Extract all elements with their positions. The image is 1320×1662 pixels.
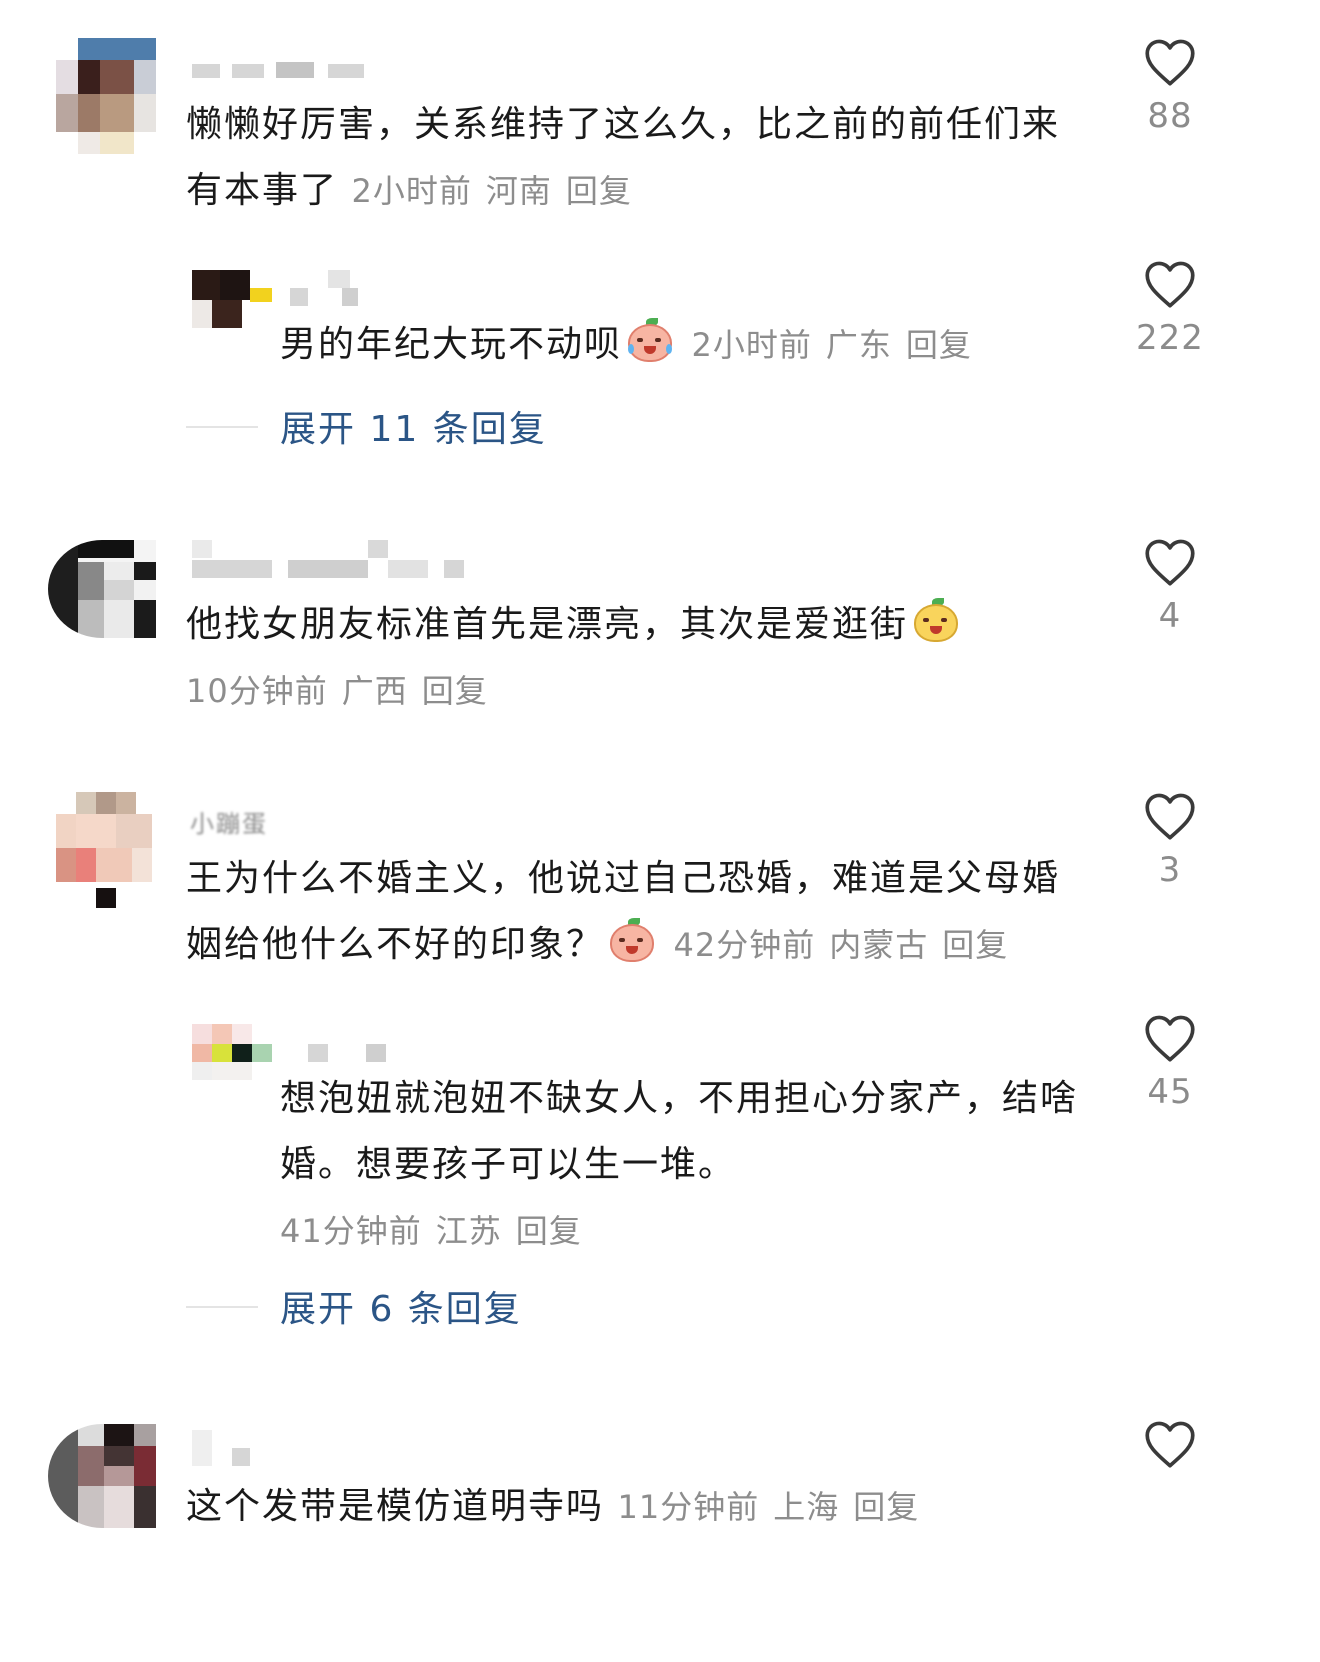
comment-text: 这个发带是模仿道明寺吗 11分钟前 上海 回复 (186, 1474, 1086, 1540)
avatar[interactable] (192, 270, 272, 328)
divider (186, 426, 258, 428)
comment-location: 江苏 (435, 1212, 502, 1250)
like-button[interactable]: 3 (1120, 792, 1220, 890)
avatar[interactable] (56, 792, 152, 908)
reply-text: 男的年纪大玩不动呗 2小时前 广东 回复 (280, 312, 1100, 378)
reply-button[interactable]: 回复 (516, 1212, 582, 1250)
heart-icon[interactable] (1144, 38, 1196, 86)
heart-icon[interactable] (1144, 1420, 1196, 1468)
like-button[interactable] (1120, 1420, 1220, 1478)
username-placeholder[interactable] (308, 1040, 388, 1068)
expand-replies-label[interactable]: 展开 11 条回复 (280, 400, 547, 452)
cry-laugh-emoji (626, 318, 674, 364)
heart-icon[interactable] (1144, 260, 1196, 308)
username-placeholder[interactable] (192, 58, 372, 86)
like-button[interactable]: 222 (1120, 260, 1220, 358)
avatar[interactable] (192, 1024, 272, 1080)
reply-text: 想泡妞就泡妞不缺女人，不用担心分家产，结啥婚。想要孩子可以生一堆。 41分钟前江… (280, 1066, 1100, 1264)
reply-button[interactable]: 回复 (566, 172, 632, 210)
heart-icon[interactable] (1144, 1014, 1196, 1062)
like-count: 222 (1136, 318, 1204, 358)
reply-button[interactable]: 回复 (853, 1488, 919, 1526)
comment-location: 上海 (773, 1488, 840, 1526)
expand-replies-button[interactable]: 展开 6 条回复 (186, 1286, 606, 1330)
username-placeholder[interactable] (192, 540, 472, 578)
comment-time: 10分钟前 (186, 672, 328, 710)
comment-time: 11分钟前 (617, 1488, 760, 1526)
like-count: 45 (1147, 1072, 1193, 1112)
comment-text: 王为什么不婚主义，他说过自己恐婚，难道是父母婚姻给他什么不好的印象？ 42分钟前… (186, 846, 1086, 978)
comment-location: 内蒙古 (829, 926, 929, 964)
reply-button[interactable]: 回复 (942, 926, 1008, 964)
like-button[interactable]: 4 (1120, 538, 1220, 636)
comment-location: 广西 (341, 672, 408, 710)
like-count: 4 (1158, 596, 1182, 636)
avatar[interactable] (48, 1424, 156, 1528)
comment-time: 42分钟前 (673, 926, 816, 964)
username-placeholder[interactable] (290, 270, 370, 306)
comment-body: 这个发带是模仿道明寺吗 (186, 1486, 605, 1527)
reply-button[interactable]: 回复 (906, 326, 972, 364)
heart-icon[interactable] (1144, 538, 1196, 586)
username-placeholder[interactable] (192, 1430, 272, 1466)
like-count: 3 (1158, 850, 1182, 890)
like-button[interactable]: 88 (1120, 38, 1220, 136)
comment-body: 男的年纪大玩不动呗 (280, 324, 623, 365)
avatar[interactable] (56, 38, 156, 154)
comment-time: 41分钟前 (280, 1212, 422, 1250)
comment-body: 想泡妞就泡妞不缺女人，不用担心分家产，结啥婚。想要孩子可以生一堆。 (280, 1078, 1079, 1185)
expand-replies-label[interactable]: 展开 6 条回复 (280, 1280, 522, 1332)
comment-location: 河南 (485, 172, 552, 210)
divider (186, 1306, 258, 1308)
like-button[interactable]: 45 (1120, 1014, 1220, 1112)
comment-time: 2小时前 (691, 326, 812, 364)
comment-text: 懒懒好厉害，关系维持了这么久，比之前的前任们来有本事了 2小时前 河南 回复 (186, 92, 1086, 224)
comment-text: 他找女朋友标准首先是漂亮，其次是爱逛街 10分钟前 广西 回复 (186, 592, 1086, 724)
avatar[interactable] (48, 540, 156, 638)
heart-icon[interactable] (1144, 792, 1196, 840)
username[interactable]: 小蹦蛋 (190, 804, 268, 839)
comment-body: 他找女朋友标准首先是漂亮，其次是爱逛街 (186, 604, 909, 645)
curious-emoji (912, 598, 960, 644)
shy-emoji (608, 918, 656, 964)
comment-time: 2小时前 (351, 172, 472, 210)
reply-button[interactable]: 回复 (422, 672, 488, 710)
like-count: 88 (1147, 96, 1193, 136)
expand-replies-button[interactable]: 展开 11 条回复 (186, 406, 606, 450)
comment-location: 广东 (825, 326, 892, 364)
